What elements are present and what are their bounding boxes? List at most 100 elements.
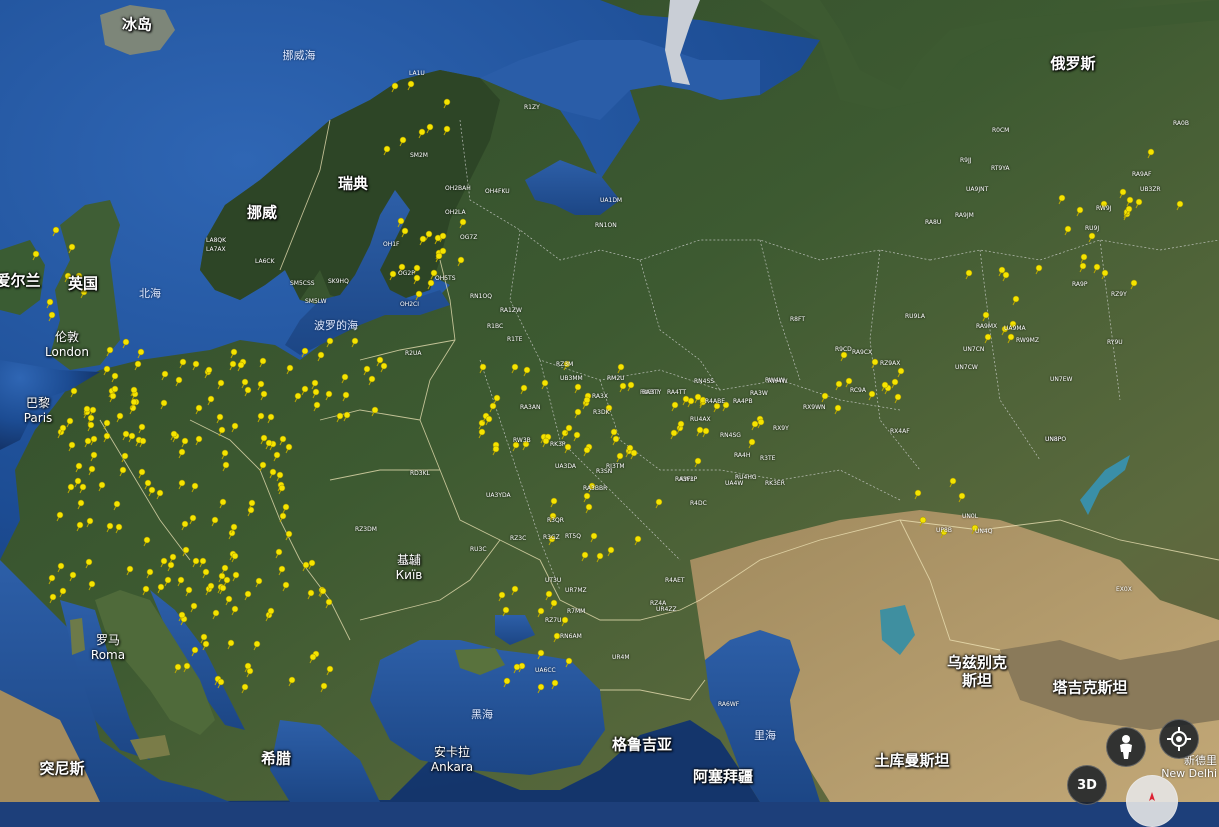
pin-label: R1ZY xyxy=(524,104,540,111)
pin-label: R1BC xyxy=(487,323,504,330)
pin-label: R0CM xyxy=(992,127,1010,134)
pin-label: OH4FKU xyxy=(485,188,510,195)
pin-label: RA9MX xyxy=(976,323,998,330)
3d-button[interactable]: 3D xyxy=(1067,765,1107,805)
pin-label: UA4G xyxy=(400,560,417,567)
city-label-new-delhi: 新德里 New Delhi xyxy=(1161,754,1217,780)
pin-label: RA3FL xyxy=(675,476,694,483)
pin-label: RA3W xyxy=(750,390,768,397)
pin-label: R3QR xyxy=(547,517,564,524)
pin-label: LA1U xyxy=(409,70,425,77)
pin-label: UA3DA xyxy=(555,463,576,470)
pin-label: UA1DM xyxy=(600,197,623,204)
pin-label: R1TE xyxy=(507,336,523,343)
pin-label: RN1OQ xyxy=(470,293,492,300)
pin-label: RT5Q xyxy=(565,533,581,540)
pin-label: UB3MM xyxy=(560,375,583,382)
pin-label: RA9JM xyxy=(955,212,974,219)
city-name-latin: New Delhi xyxy=(1161,767,1217,780)
pin-label: UA3YDA xyxy=(486,492,511,499)
pin-label: RU9LA xyxy=(905,313,925,320)
pin-label: RZ3M xyxy=(556,361,574,368)
pin-label: OH2CI xyxy=(400,301,420,308)
pin-label: RA3TY xyxy=(642,389,662,396)
pin-label: RK3ER xyxy=(765,480,785,487)
pin-label: RA4PB xyxy=(733,398,753,405)
pin-label: R8FT xyxy=(790,316,805,323)
pin-label: UA9MA xyxy=(1004,325,1026,332)
pin-label: OH2BAH xyxy=(445,185,471,192)
pin-label: R9JJ xyxy=(960,157,972,164)
compass-button[interactable] xyxy=(1126,775,1178,827)
pin-label: RA3BBR xyxy=(583,485,608,492)
pin-label: RZ3DM xyxy=(355,526,377,533)
pin-label: UN0L xyxy=(962,513,979,520)
pin-label: UN7CN xyxy=(963,346,985,353)
pin-label: R3DK xyxy=(593,409,610,416)
pin-label: R3TE xyxy=(760,455,776,462)
pin-label: UB3ZR xyxy=(1140,186,1161,193)
pin-label: EX0X xyxy=(1116,586,1132,593)
pin-label: UA6CC xyxy=(535,667,556,674)
compass-icon xyxy=(1149,792,1155,801)
great-britain xyxy=(50,200,120,370)
pin-label: RK3P xyxy=(550,441,566,448)
pin-label: RW9J xyxy=(1096,205,1112,212)
pin-label: R2UA xyxy=(405,350,422,357)
pin-label: RN6AM xyxy=(560,633,582,640)
pin-label: RX9Y xyxy=(773,425,789,432)
pin-label: RA9P xyxy=(1072,281,1088,288)
pin-label: RA1ZW xyxy=(500,307,522,314)
satellite-map[interactable] xyxy=(0,0,1219,802)
pin-label: UN8PO xyxy=(1045,436,1067,443)
pin-label: OH1F xyxy=(383,241,400,248)
pegman-button[interactable] xyxy=(1106,727,1146,767)
pin-label: RA9AF xyxy=(1132,171,1152,178)
pin-label: RA3AN xyxy=(520,404,541,411)
pin-label: RN1ON xyxy=(595,222,617,229)
pin-label: RC9A xyxy=(850,387,866,394)
locate-button[interactable] xyxy=(1159,719,1199,759)
pin-label: RW3B xyxy=(513,437,531,444)
pin-label: R4ABE xyxy=(705,398,725,405)
pin-label: RA4H xyxy=(734,452,751,459)
pin-label: R3SN xyxy=(596,468,613,475)
pin-label: RA9CX xyxy=(852,349,873,356)
pin-label: RT9YA xyxy=(991,165,1010,172)
pegman-icon xyxy=(1120,735,1132,759)
pin-label: UN4Q xyxy=(975,528,993,535)
pin-label: SM5CSS xyxy=(290,280,315,287)
pin-label: UT3U xyxy=(545,577,562,584)
pin-label: R4AET xyxy=(665,577,685,584)
pin-label: R4DC xyxy=(690,500,707,507)
pin-label: RN4SS xyxy=(694,378,715,385)
pin-label: OH2LA xyxy=(445,209,466,216)
pin-label: RX9WN xyxy=(803,404,826,411)
pin-label: LA7AX xyxy=(206,246,226,253)
pin-label: R3GZ xyxy=(543,534,560,541)
pin-label: RZ9Y xyxy=(1111,291,1127,298)
pin-label: RN4SG xyxy=(720,432,741,439)
pin-label: OG2P xyxy=(398,270,415,277)
pin-label: RZ7U xyxy=(545,617,562,624)
pin-label: RX4AF xyxy=(890,428,910,435)
pin-label: OG7Z xyxy=(460,234,478,241)
pin-label: LA8QK xyxy=(206,237,227,244)
pin-label: R7MM xyxy=(567,608,586,615)
pin-label: RU4AX xyxy=(690,416,711,423)
pin-label: RW4W xyxy=(765,377,785,384)
pin-label: SM2M xyxy=(410,152,428,159)
pin-label: UN7CW xyxy=(955,364,978,371)
pin-label: RD3KL xyxy=(410,470,430,477)
pin-label: LA6CK xyxy=(255,258,275,265)
pin-label: RY9U xyxy=(1107,339,1123,346)
pin-label: OH5TS xyxy=(435,275,456,282)
pin-label: RM2U xyxy=(607,375,625,382)
pin-label: UP8B xyxy=(936,527,952,534)
pin-label: RA4TT xyxy=(667,389,687,396)
pin-label: R9CD xyxy=(835,346,852,353)
pin-label: SM5LW xyxy=(305,298,327,305)
pin-label: RA3X xyxy=(592,393,608,400)
pin-label: RU9J xyxy=(1085,225,1100,232)
pin-label: UA9JNT xyxy=(966,186,989,193)
